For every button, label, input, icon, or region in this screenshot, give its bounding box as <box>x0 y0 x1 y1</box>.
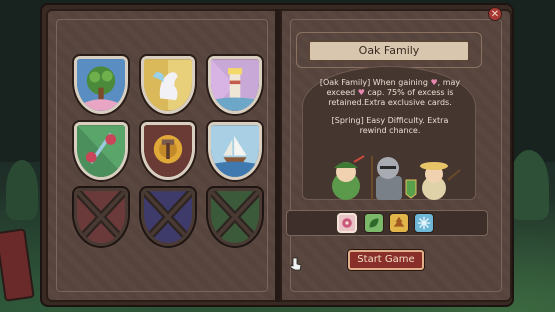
season-description: [Spring] Easy Difficulty. Extra rewind c… <box>331 116 449 135</box>
family-description: [Oak Family] When gaining ♥, may exceed … <box>319 78 461 107</box>
archer-character <box>332 155 365 200</box>
heart-icon: ♥ <box>357 88 365 97</box>
start-game-button[interactable]: Start Game <box>348 250 424 270</box>
desc-prefix: [Oak Family] When gaining <box>319 78 428 87</box>
background-tree <box>509 150 549 220</box>
summer-leaf-icon[interactable] <box>364 213 384 233</box>
heart-icon: ♥ <box>430 78 438 87</box>
spring-flower-icon[interactable] <box>337 213 357 233</box>
farmer-character <box>420 162 461 200</box>
family-title: Oak Family <box>308 40 470 62</box>
knight-character <box>371 156 417 200</box>
family-characters <box>332 155 461 200</box>
winter-snowflake-icon[interactable] <box>414 213 434 233</box>
cursor-hand-icon <box>290 257 302 271</box>
season-selector <box>286 210 488 236</box>
close-icon[interactable]: ✕ <box>488 7 502 21</box>
background-tree <box>6 160 38 220</box>
autumn-leaf-icon[interactable] <box>389 213 409 233</box>
